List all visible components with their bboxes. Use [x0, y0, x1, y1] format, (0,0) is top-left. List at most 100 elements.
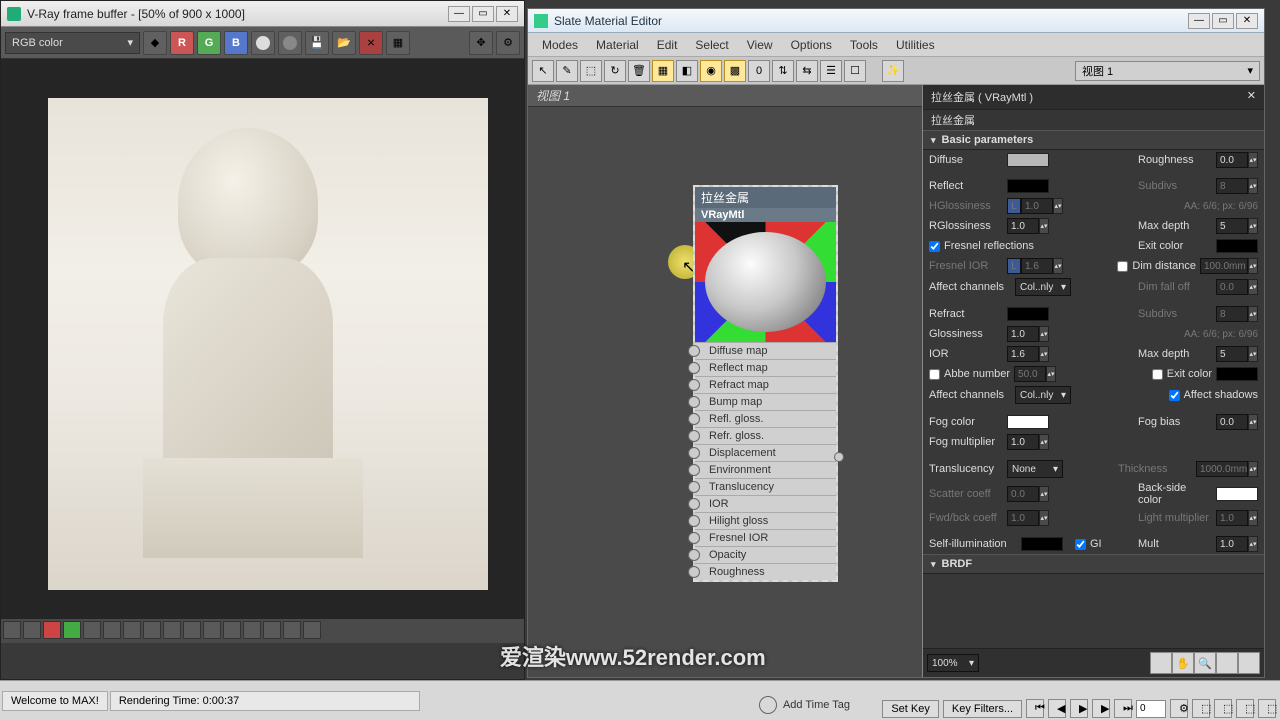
reflect-color-swatch[interactable]	[1007, 179, 1049, 193]
curve-icon[interactable]	[63, 621, 81, 639]
slot-reflect-map[interactable]: Reflect map	[695, 359, 836, 376]
lightmult-spinner[interactable]: 1.0	[1216, 510, 1248, 526]
node-view[interactable]: 视图 1 拉丝金属 VRayMtl Diffuse map Reflect ma…	[528, 85, 923, 677]
slot-roughness[interactable]: Roughness	[695, 563, 836, 580]
green-channel-button[interactable]: G	[197, 31, 221, 55]
layout-a-icon[interactable]: ⇅	[772, 60, 794, 82]
slot-translucency[interactable]: Translucency	[695, 478, 836, 495]
slot-opacity[interactable]: Opacity	[695, 546, 836, 563]
menu-options[interactable]: Options	[783, 36, 840, 54]
slot-fresnel-ior[interactable]: Fresnel IOR	[695, 529, 836, 546]
history-icon[interactable]	[3, 621, 21, 639]
translucency-select[interactable]: None▾	[1007, 460, 1063, 478]
key-filters-button[interactable]: Key Filters...	[943, 700, 1022, 718]
refract-maxdepth-spinner[interactable]: 5	[1216, 346, 1248, 362]
delete-icon[interactable]: 🗑	[628, 60, 650, 82]
reflect-exit-swatch[interactable]	[1216, 239, 1258, 253]
list-icon[interactable]: ☰	[820, 60, 842, 82]
red-channel-button[interactable]: R	[170, 31, 194, 55]
reflect-affect-select[interactable]: Col..nly▾	[1015, 278, 1071, 296]
slot-environment[interactable]: Environment	[695, 461, 836, 478]
info-b-icon[interactable]	[163, 621, 181, 639]
refract-exit-checkbox[interactable]	[1152, 369, 1163, 380]
grid-icon[interactable]: ☐	[844, 60, 866, 82]
abbe-spinner[interactable]: 50.0	[1014, 366, 1046, 382]
node-output-socket[interactable]	[834, 452, 844, 462]
region-render-button[interactable]: ✥	[469, 31, 493, 55]
set-key-button[interactable]: Set Key	[882, 700, 939, 718]
slot-displacement[interactable]: Displacement	[695, 444, 836, 461]
exposure-icon[interactable]	[83, 621, 101, 639]
ior-lock-icon[interactable]: L	[1007, 258, 1021, 274]
clock-icon[interactable]	[759, 696, 777, 714]
hgloss-lock-icon[interactable]: L	[1007, 198, 1021, 214]
node-preview[interactable]	[695, 222, 836, 342]
dim-distance-checkbox[interactable]	[1117, 261, 1128, 272]
selfillum-swatch[interactable]	[1021, 537, 1063, 551]
menu-tools[interactable]: Tools	[842, 36, 886, 54]
zero-icon[interactable]: 0	[748, 60, 770, 82]
spinner-up-icon[interactable]: ▴▾	[1248, 152, 1258, 168]
search-icon[interactable]: ✨	[882, 60, 904, 82]
render-viewport[interactable]	[1, 59, 524, 619]
fog-mult-spinner[interactable]: 1.0	[1007, 434, 1039, 450]
layout-b-icon[interactable]: ⇆	[796, 60, 818, 82]
nav-zoom-icon[interactable]: 🔍	[1194, 652, 1216, 674]
assign-material-icon[interactable]: ⬚	[580, 60, 602, 82]
goto-end-icon[interactable]: ⏭	[1114, 699, 1132, 718]
info-a-icon[interactable]	[143, 621, 161, 639]
hglossiness-spinner[interactable]: 1.0	[1021, 198, 1053, 214]
view-tab[interactable]: 视图 1	[528, 85, 922, 107]
add-time-tag-button[interactable]: Add Time Tag	[783, 699, 850, 711]
fog-bias-spinner[interactable]: 0.0	[1216, 414, 1248, 430]
slot-ior[interactable]: IOR	[695, 495, 836, 512]
alpha-button[interactable]	[278, 31, 302, 55]
menu-modes[interactable]: Modes	[534, 36, 586, 54]
goto-start-icon[interactable]: ⏮	[1026, 699, 1044, 718]
minimize-button[interactable]: —	[448, 6, 470, 22]
info-c-icon[interactable]	[183, 621, 201, 639]
nav-pan-icon[interactable]: ✋	[1172, 652, 1194, 674]
select-tool-icon[interactable]: ↖	[532, 60, 554, 82]
viewport-nav-d-icon[interactable]: ⬚	[1258, 699, 1276, 718]
rollup-basic-parameters[interactable]: Basic parameters	[923, 130, 1264, 150]
maximize-button[interactable]: ▭	[472, 6, 494, 22]
dim-distance-spinner[interactable]: 100.0mm	[1200, 258, 1248, 274]
info-e-icon[interactable]	[223, 621, 241, 639]
slot-hilight-gloss[interactable]: Hilight gloss	[695, 512, 836, 529]
reflect-maxdepth-spinner[interactable]: 5	[1216, 218, 1248, 234]
scatter-spinner[interactable]: 0.0	[1007, 486, 1039, 502]
slate-titlebar[interactable]: Slate Material Editor — ▭ ✕	[528, 9, 1264, 33]
view-select[interactable]: 视图 1▾	[1075, 61, 1260, 81]
slot-refl-gloss[interactable]: Refl. gloss.	[695, 410, 836, 427]
prev-frame-icon[interactable]: ◀	[1048, 699, 1066, 718]
roughness-spinner[interactable]: 0.0	[1216, 152, 1248, 168]
pixel-aspect-icon[interactable]	[243, 621, 261, 639]
put-to-scene-icon[interactable]: ↻	[604, 60, 626, 82]
mono-button[interactable]	[251, 31, 275, 55]
material-node[interactable]: 拉丝金属 VRayMtl Diffuse map Reflect map Ref…	[693, 185, 838, 582]
open-image-button[interactable]: 📂	[332, 31, 356, 55]
info-d-icon[interactable]	[203, 621, 221, 639]
backside-swatch[interactable]	[1216, 487, 1258, 501]
pick-material-icon[interactable]: ✎	[556, 60, 578, 82]
refract-ior-spinner[interactable]: 1.6	[1007, 346, 1039, 362]
corrections-button[interactable]: ⚙	[496, 31, 520, 55]
menu-edit[interactable]: Edit	[649, 36, 686, 54]
compare-icon[interactable]	[23, 621, 41, 639]
vfb-titlebar[interactable]: V-Ray frame buffer - [50% of 900 x 1000]…	[1, 1, 524, 27]
rglossiness-spinner[interactable]: 1.0	[1007, 218, 1039, 234]
zoom-select[interactable]: 100%▾	[927, 654, 979, 672]
slot-diffuse-map[interactable]: Diffuse map	[695, 342, 836, 359]
time-config-icon[interactable]: ⚙	[1170, 699, 1188, 718]
minimize-button[interactable]: —	[1188, 13, 1210, 29]
stereo-icon[interactable]	[263, 621, 281, 639]
close-button[interactable]: ✕	[496, 6, 518, 22]
nav-a-icon[interactable]: ⬚	[1150, 652, 1172, 674]
stamp-icon[interactable]	[303, 621, 321, 639]
background-icon[interactable]: ▩	[724, 60, 746, 82]
diffuse-color-swatch[interactable]	[1007, 153, 1049, 167]
frame-spinner[interactable]: 0	[1136, 700, 1166, 718]
maximize-button[interactable]: ▭	[1212, 13, 1234, 29]
refract-subdiv-spinner[interactable]: 8	[1216, 306, 1248, 322]
